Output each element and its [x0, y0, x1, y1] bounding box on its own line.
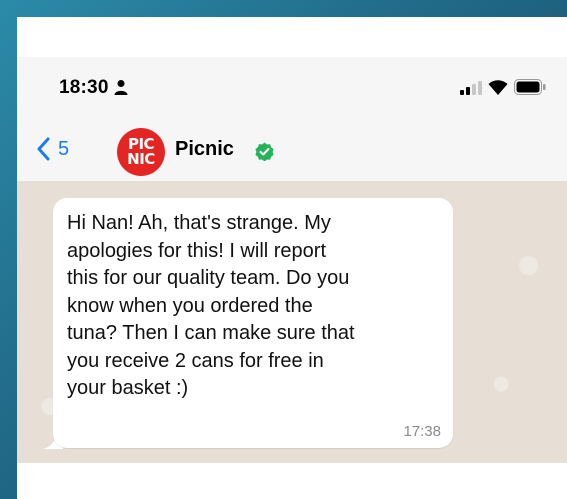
avatar-logo-line: NIC	[127, 150, 155, 168]
message-line: apologies for this! I will report	[67, 239, 327, 262]
message-line: this for our quality team. Do you	[67, 267, 350, 289]
battery-icon	[514, 79, 546, 95]
message-line: you receive 2 cans for free in	[67, 349, 324, 372]
message-line: your basket :)	[67, 377, 189, 399]
chat-area: Hi Nan! Ah, that's strange. My apologies…	[17, 181, 567, 463]
message-line: Hi Nan! Ah, that's strange. My	[67, 212, 331, 234]
message-line: know when you ordered the	[67, 294, 313, 317]
wifi-icon	[488, 80, 508, 95]
status-time: 18:30	[59, 77, 109, 98]
verified-check-icon	[255, 142, 274, 161]
back-button[interactable]: 5	[37, 133, 69, 165]
signal-icon	[460, 81, 482, 95]
message-bubble[interactable]: Hi Nan! Ah, that's strange. My apologies…	[53, 198, 453, 448]
avatar[interactable]: PIC NIC	[117, 128, 165, 176]
message-timestamp: 17:38	[403, 423, 441, 440]
phone-screen: 18:30 5 PIC NIC Picnic Hi Nan! Ah, that'…	[17, 17, 567, 499]
unread-count: 5	[58, 137, 70, 160]
contact-name[interactable]: Picnic	[175, 138, 234, 161]
person-icon	[114, 80, 128, 95]
chat-header: 5 PIC NIC Picnic	[17, 117, 567, 181]
status-bar: 18:30	[17, 57, 567, 117]
message-line: tuna? Then I can make sure that	[67, 322, 355, 344]
message-text: Hi Nan! Ah, that's strange. My apologies…	[67, 210, 442, 403]
chevron-left-icon	[37, 137, 50, 161]
